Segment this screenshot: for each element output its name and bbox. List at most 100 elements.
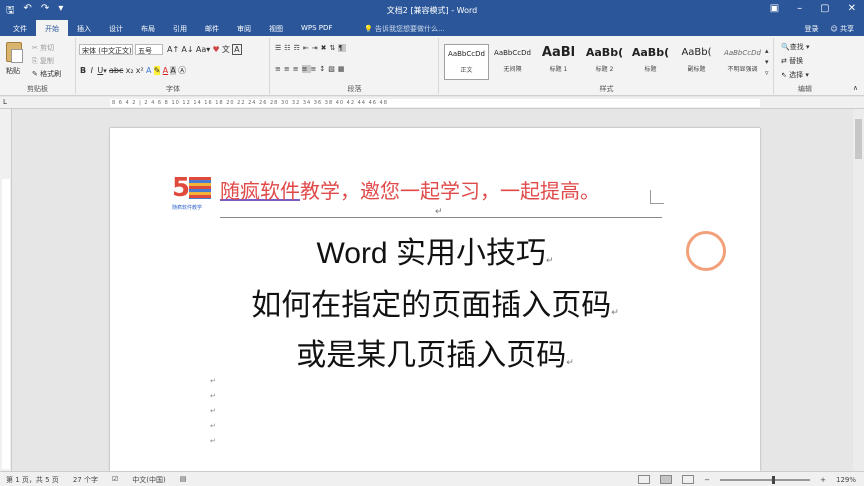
strikethrough-icon[interactable]: abc [109,66,123,75]
char-border-icon[interactable]: A [232,44,242,55]
italic-icon[interactable]: I [91,66,93,75]
scroll-down-icon[interactable]: ▾ [765,58,769,66]
tab-layout[interactable]: 布局 [132,20,164,36]
format-painter-button[interactable]: ✎ 格式刷 [32,69,61,79]
increase-indent-icon[interactable]: ⇥ [312,44,321,52]
zoom-level[interactable]: 129% [836,476,856,484]
language-indicator[interactable]: 中文(中国) [132,475,165,485]
style-heading-1[interactable]: AaBl 标题 1 [536,44,581,80]
justify-icon[interactable]: ≡ [301,65,311,73]
ribbon-display-icon[interactable]: ▣ [770,3,779,14]
cursor-highlight-circle [686,231,726,271]
read-mode-icon[interactable] [638,475,651,484]
line-spacing-icon[interactable]: ↕ [319,65,328,73]
underline-icon[interactable]: U [97,66,103,75]
collapse-ribbon-icon[interactable]: ∧ [853,84,858,92]
tab-mailings[interactable]: 邮件 [196,20,228,36]
paste-icon[interactable] [6,42,23,63]
style-normal[interactable]: AaBbCcDd 正文 [444,44,489,80]
show-marks-icon[interactable]: ¶ [338,44,346,52]
enclose-char-icon[interactable]: Ⓐ [178,65,186,76]
tab-review[interactable]: 审阅 [228,20,260,36]
copy-button[interactable]: ⎘ 复制 [32,56,54,66]
scrollbar-thumb[interactable] [855,119,862,159]
title-line-3[interactable]: 或是某几页插入页码↵ [110,330,760,374]
bold-icon[interactable]: B [80,66,86,75]
shrink-font-icon[interactable]: A↓ [181,45,193,54]
zoom-slider[interactable] [720,475,811,484]
text-effects-icon[interactable]: A [146,66,151,75]
highlight-icon[interactable]: ✎ [153,66,161,75]
print-layout-icon[interactable] [660,475,673,484]
word-count[interactable]: 27 个字 [73,475,98,485]
vertical-ruler[interactable] [0,109,12,471]
char-shading-icon[interactable]: A [170,66,176,75]
page-header-text[interactable]: 随疯软件教学，邀您一起学习，一起提高。 [220,175,600,204]
sort-icon[interactable]: ⇅ [329,44,338,52]
style-subtle-emphasis[interactable]: AaBbCcDd 不明显强调 [720,44,765,80]
font-color-icon[interactable]: A [163,66,168,75]
find-button[interactable]: 🔍查找 ▾ [781,42,809,52]
decrease-indent-icon[interactable]: ⇤ [303,44,312,52]
align-left-icon[interactable]: ≡ [275,65,284,73]
tab-wps-pdf[interactable]: WPS PDF [292,20,341,36]
empty-paragraph-mark: ↵ [210,377,216,385]
minimize-icon[interactable]: – [797,3,802,14]
title-line-1[interactable]: Word 实用小技巧↵ [110,228,760,272]
clear-format-icon[interactable]: ♥ [212,45,219,54]
multilevel-list-icon[interactable]: ☶ [294,44,303,52]
style-title[interactable]: AaBb( 标题 [628,44,673,80]
style-subtitle[interactable]: AaBb( 副标题 [674,44,719,80]
phonetic-icon[interactable]: 文 [222,44,230,55]
grow-font-icon[interactable]: A↑ [167,45,179,54]
style-no-spacing[interactable]: AaBbCcDd 无间隔 [490,44,535,80]
more-styles-icon[interactable]: ▿ [765,69,769,77]
horizontal-ruler[interactable]: L 8 6 4 2 | 2 4 6 8 10 12 14 16 18 20 22… [0,97,864,109]
tab-references[interactable]: 引用 [164,20,196,36]
brush-icon: ✎ [32,70,38,78]
bullets-icon[interactable]: ☰ [275,44,284,52]
window-title: 文档2 [兼容模式] - Word [386,6,478,15]
style-heading-2[interactable]: AaBb( 标题 2 [582,44,627,80]
login-button[interactable]: 登录 [804,24,818,34]
subscript-icon[interactable]: x₂ [126,66,134,75]
shading-icon[interactable]: ▧ [328,65,338,73]
logo-caption: 随疯软件教学 [172,205,203,211]
page-count[interactable]: 第 1 页，共 5 页 [6,475,59,485]
tab-view[interactable]: 视图 [260,20,292,36]
ribbon: 粘贴 ✂ 剪切 ⎘ 复制 ✎ 格式刷 剪贴板 宋体 (中文正文) 五号 A↑ A… [0,36,864,96]
header-rest-text: 教学，邀您一起学习，一起提高。 [300,179,600,203]
document-page[interactable]: 5 随疯软件教学 随疯软件教学，邀您一起学习，一起提高。 ↵ Word 实用小技… [110,128,760,471]
scroll-up-icon[interactable]: ▴ [765,47,769,55]
tell-me-box[interactable]: 💡 告诉我您想要做什么... [364,24,445,34]
paste-button[interactable]: 粘贴 [6,66,20,76]
zoom-out-icon[interactable]: − [704,476,710,484]
web-layout-icon[interactable] [682,475,695,484]
proofing-icon[interactable]: ☑ [112,475,118,485]
cursor-icon: ⇖ [781,71,787,79]
macro-icon[interactable]: ▤ [180,475,187,485]
replace-button[interactable]: ⇄ 替换 [781,56,803,66]
close-icon[interactable]: ✕ [848,3,856,14]
zoom-slider-knob[interactable] [772,475,776,484]
font-size-select[interactable]: 五号 [135,44,163,55]
select-button[interactable]: ⇖ 选择 ▾ [781,70,809,80]
title-line-2[interactable]: 如何在指定的页面插入页码↵ [110,280,760,324]
superscript-icon[interactable]: x² [136,66,144,75]
font-name-select[interactable]: 宋体 (中文正文) [79,44,133,55]
tab-home[interactable]: 开始 [36,20,68,36]
share-button[interactable]: ☺ 共享 [830,24,854,34]
vertical-scrollbar[interactable] [853,109,864,471]
align-right-icon[interactable]: ≡ [293,65,302,73]
numbering-icon[interactable]: ☷ [284,44,293,52]
align-center-icon[interactable]: ≡ [284,65,293,73]
zoom-in-icon[interactable]: + [820,476,826,484]
tab-file[interactable]: 文件 [4,20,36,36]
borders-icon[interactable]: ▦ [338,65,348,73]
tab-insert[interactable]: 插入 [68,20,100,36]
cut-button[interactable]: ✂ 剪切 [32,43,54,53]
change-case-icon[interactable]: Aa▾ [196,45,210,54]
tab-selector-icon[interactable]: L [3,98,7,106]
maximize-icon[interactable]: ▢ [820,3,829,14]
tab-design[interactable]: 设计 [100,20,132,36]
